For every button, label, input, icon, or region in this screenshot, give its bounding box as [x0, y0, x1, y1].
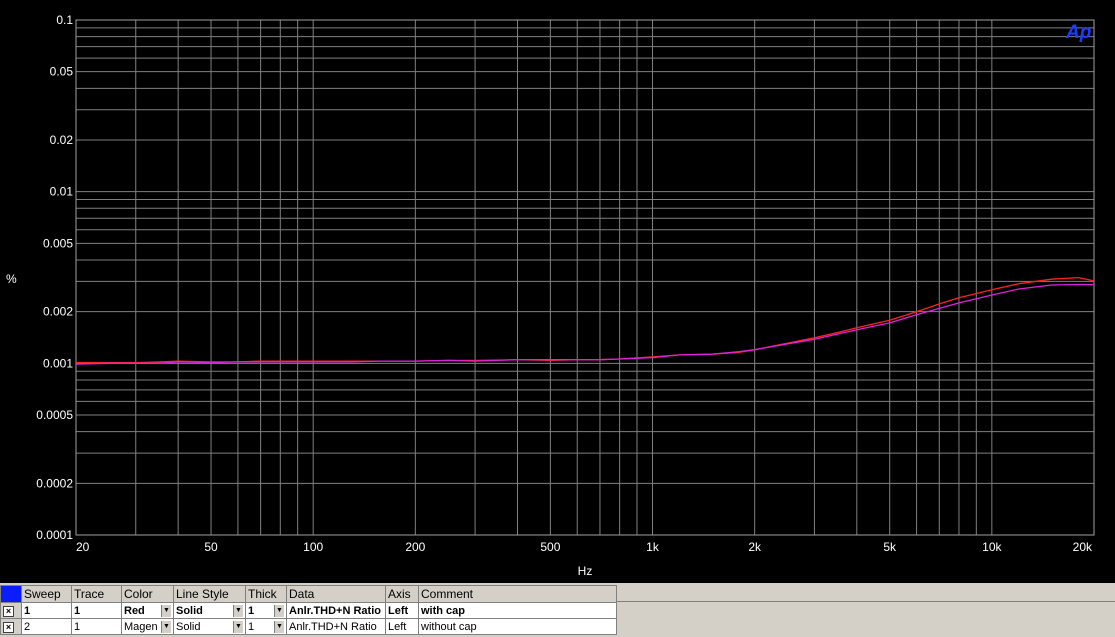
dropdown-arrow-icon[interactable]: ▼ — [161, 620, 171, 633]
sweep-cell: 2 — [21, 618, 72, 635]
y-tick-label: 0.05 — [50, 65, 74, 79]
comment-cell[interactable]: with cap — [418, 602, 617, 619]
legend-header-filler — [616, 585, 1115, 602]
plot-frame — [75, 19, 1095, 536]
trace-cell: 1 — [71, 618, 122, 635]
legend-panel: Sweep Trace Color Line Style Thick Data … — [0, 583, 1115, 637]
y-tick-label: 0.1 — [56, 13, 73, 27]
header-line-style[interactable]: Line Style — [173, 585, 246, 603]
header-comment[interactable]: Comment — [418, 585, 617, 603]
data-cell[interactable]: Anlr.THD+N Ratio — [286, 618, 386, 635]
thick-value: 1 — [248, 604, 255, 617]
header-trace[interactable]: Trace — [71, 585, 122, 603]
y-tick-label: 0.0002 — [36, 476, 73, 490]
series-line-with-cap — [76, 276, 1095, 364]
thick-select[interactable]: 1 ▼ — [245, 618, 287, 635]
y-tick-label: 0.0005 — [36, 408, 73, 422]
x-tick-label: 200 — [405, 540, 425, 554]
trace-enable-checkbox[interactable]: × — [3, 605, 14, 617]
y-tick-label: 0.005 — [43, 236, 73, 250]
color-select[interactable]: Magen ▼ — [121, 618, 174, 635]
header-color[interactable]: Color — [121, 585, 174, 603]
trace-cell: 1 — [71, 602, 122, 619]
color-select[interactable]: Red ▼ — [121, 602, 174, 619]
y-tick-label: 0.002 — [43, 305, 73, 319]
legend-row: × 1 1 Red ▼ Solid ▼ 1 ▼ Anlr.THD+N Ratio Le… — [0, 602, 617, 619]
thick-value: 1 — [248, 620, 255, 633]
x-axis-label: Hz — [578, 564, 593, 578]
x-tick-label: 2k — [748, 540, 762, 554]
line-style-select[interactable]: Solid ▼ — [173, 618, 246, 635]
dropdown-arrow-icon[interactable]: ▼ — [274, 620, 284, 633]
x-tick-label: 20k — [1073, 540, 1093, 554]
line-style-select[interactable]: Solid ▼ — [173, 602, 246, 619]
dropdown-arrow-icon[interactable]: ▼ — [274, 604, 284, 617]
header-sweep[interactable]: Sweep — [21, 585, 72, 603]
legend-header-row: Sweep Trace Color Line Style Thick Data … — [0, 585, 617, 603]
legend-table: Sweep Trace Color Line Style Thick Data … — [0, 585, 617, 635]
y-tick-label: 0.01 — [50, 185, 74, 199]
line-style-value: Solid — [176, 604, 203, 617]
axis-cell[interactable]: Left — [385, 618, 419, 635]
series-line-without-cap — [75, 283, 1095, 365]
header-data[interactable]: Data — [286, 585, 386, 603]
x-tick-label: 50 — [204, 540, 218, 554]
x-tick-label: 5k — [883, 540, 897, 554]
comment-cell[interactable]: without cap — [418, 618, 617, 635]
select-all-cell[interactable] — [0, 585, 22, 603]
y-axis-label: % — [6, 272, 17, 286]
axis-cell[interactable]: Left — [385, 602, 419, 619]
sweep-cell: 1 — [21, 602, 72, 619]
dropdown-arrow-icon[interactable]: ▼ — [233, 620, 243, 633]
thd-n-chart: 20 50 100 200 500 1k 2k 5k 10k 20k 0.1 0.05 0.02 0.01… — [6, 13, 1095, 578]
header-axis[interactable]: Axis — [385, 585, 419, 603]
trace-enable-checkbox[interactable]: × — [3, 621, 14, 633]
y-tick-label: 0.001 — [43, 356, 73, 370]
legend-row: × 2 1 Magen ▼ Solid ▼ 1 ▼ Anlr.THD+N Ratio … — [0, 618, 617, 635]
y-tick-label: 0.02 — [50, 133, 74, 147]
line-style-value: Solid — [176, 620, 201, 633]
color-value: Magen — [124, 620, 158, 633]
y-tick-label: 0.0001 — [36, 528, 73, 542]
x-tick-label: 500 — [540, 540, 560, 554]
dropdown-arrow-icon[interactable]: ▼ — [161, 604, 171, 617]
dropdown-arrow-icon[interactable]: ▼ — [233, 604, 243, 617]
x-tick-label: 10k — [982, 540, 1002, 554]
color-value: Red — [124, 604, 145, 617]
x-tick-label: 20 — [76, 540, 90, 554]
data-cell[interactable]: Anlr.THD+N Ratio — [286, 602, 386, 619]
chart-area: 20 50 100 200 500 1k 2k 5k 10k 20k 0.1 0.05 0.02 0.01… — [0, 0, 1115, 583]
thick-select[interactable]: 1 ▼ — [245, 602, 287, 619]
ap-logo: Ap — [1065, 22, 1091, 43]
x-tick-label: 100 — [303, 540, 323, 554]
x-tick-label: 1k — [646, 540, 660, 554]
header-thick[interactable]: Thick — [245, 585, 287, 603]
